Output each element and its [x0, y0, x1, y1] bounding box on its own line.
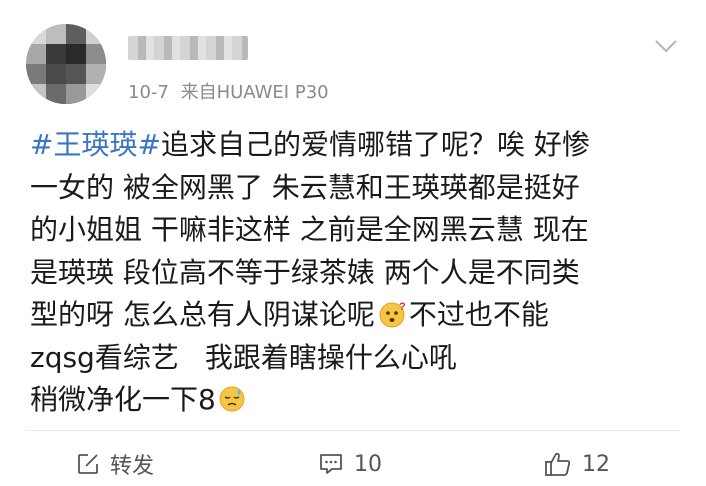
content-line: #王瑛瑛#追求自己的爱情哪错了呢？唉 好惨: [30, 128, 590, 161]
hashtag-link[interactable]: #王瑛瑛#: [30, 128, 161, 161]
share-edit-icon: [78, 454, 98, 474]
svg-text:?: ?: [399, 301, 406, 313]
confused-face-emoji: ?: [379, 301, 406, 328]
post-meta: 10-7 来自HUAWEI P30: [128, 78, 329, 104]
chevron-down-icon[interactable]: [654, 38, 678, 54]
thumbs-up-icon: [545, 452, 571, 476]
content-line: 型的呀 怎么总有人阴谋论呢 ? 不过也不能: [30, 298, 549, 331]
comment-count: 10: [354, 451, 382, 477]
comment-icon: [320, 454, 342, 474]
avatar[interactable]: [26, 24, 106, 104]
comment-button[interactable]: 10: [318, 448, 382, 480]
post-date: 10-7: [128, 82, 169, 103]
repost-label: 转发: [110, 454, 155, 479]
content-line: 稍微净化一下8: [30, 379, 690, 422]
content-line: 是瑛瑛 段位高不等于绿茶婊 两个人是不同类: [30, 255, 580, 289]
content-line: 的小姐姐 干嘛非这样 之前是全网黑云慧 现在: [30, 213, 589, 246]
username-blurred[interactable]: [128, 36, 248, 60]
like-count: 12: [582, 451, 610, 477]
repost-button[interactable]: 转发: [76, 448, 154, 480]
content-line: 一女的 被全网黑了 朱云慧和王瑛瑛都是挺好: [30, 170, 580, 204]
sleepy-sweat-face-emoji: [219, 386, 245, 412]
divider: [26, 430, 680, 431]
content-line: zqsg看综艺 我跟着瞎操什么心吼: [30, 340, 457, 374]
like-button[interactable]: 12: [544, 448, 610, 480]
post-content: #王瑛瑛#追求自己的爱情哪错了呢？唉 好惨 一女的 被全网黑了 朱云慧和王瑛瑛都…: [30, 124, 690, 422]
post-source: 来自HUAWEI P30: [180, 82, 329, 103]
